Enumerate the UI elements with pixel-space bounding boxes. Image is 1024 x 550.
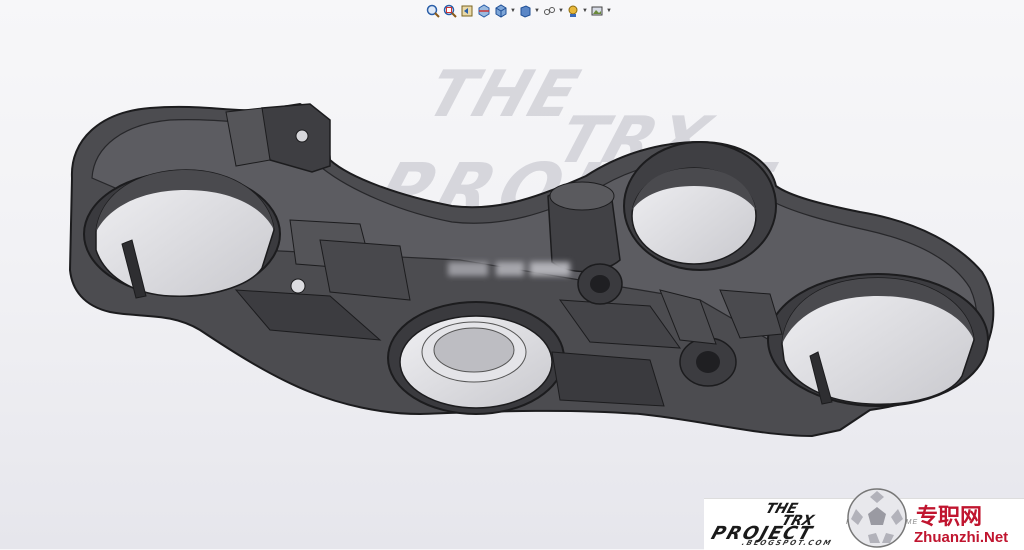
left-fork-bore <box>83 169 281 299</box>
stem-bore <box>387 301 565 415</box>
site-name-chinese: 专职网 <box>916 504 983 530</box>
banner-logo-line-4: .BLOGSPOT.COM <box>740 539 834 547</box>
trx-project-logo: THE TRX PROJECT .BLOGSPOT.COM <box>708 501 858 547</box>
site-name-url: Zhuanzhi.Net <box>914 529 1009 546</box>
graphics-viewport[interactable]: ▼ ▼ ▼ ▼ ▼ THE TRX PROJECT .BLOGSPOT.COM <box>0 0 1024 550</box>
left-clamp-block <box>225 103 331 173</box>
upper-right-fork-bore <box>623 141 777 271</box>
watermark-banner: THE TRX PROJECT .BLOGSPOT.COM PROJECT FR… <box>704 488 1024 550</box>
triple-clamp-model[interactable] <box>0 0 1024 549</box>
soccer-ball-icon <box>847 488 907 548</box>
right-fork-bore <box>767 273 989 407</box>
